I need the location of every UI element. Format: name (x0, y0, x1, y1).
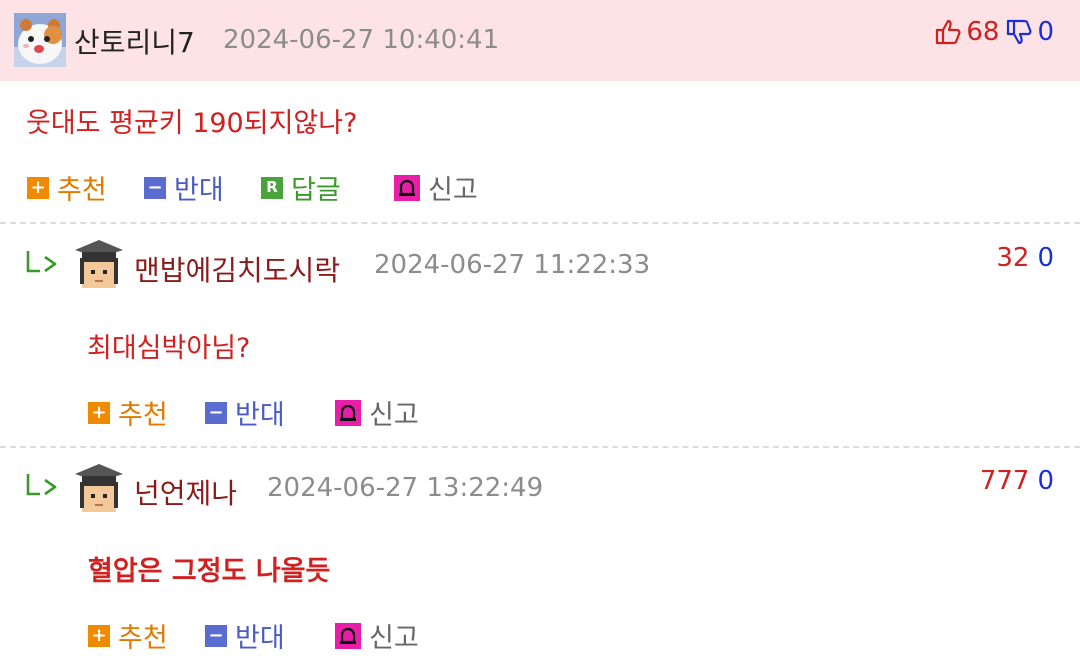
siren-icon (335, 622, 361, 649)
oppose-button[interactable]: − 반대 (144, 168, 224, 207)
downvote-count[interactable]: 0 (1037, 466, 1054, 496)
comment: 산토리니7 2024-06-27 10:40:41 68 0 웃대도 평균키 1… (0, 0, 1080, 222)
oppose-label: 반대 (174, 175, 224, 206)
avatar[interactable] (73, 462, 125, 516)
minus-icon: − (205, 624, 227, 647)
reply-button[interactable]: R 답글 (261, 168, 341, 207)
upvote-count: 68 (966, 17, 1000, 47)
report-label: 신고 (369, 623, 419, 654)
comment-body: 최대심박아님? (87, 333, 251, 364)
thumbs-down-icon[interactable] (1005, 18, 1033, 46)
comment-reply: 넌언제나 2024-06-27 13:22:49 777 0 혈압은 그정도 나… (0, 448, 1080, 666)
comment-date: 2024-06-27 10:40:41 (223, 25, 500, 55)
report-label: 신고 (428, 175, 478, 206)
plus-icon: + (27, 176, 49, 199)
reply-icon: R (261, 176, 283, 199)
downvote-count[interactable]: 0 (1037, 243, 1054, 273)
plus-icon: + (88, 401, 110, 424)
nickname[interactable]: 넌언제나 (134, 472, 237, 512)
thumbs-up-icon[interactable] (934, 18, 962, 46)
nickname[interactable]: 산토리니7 (74, 21, 195, 61)
minus-icon: − (205, 401, 227, 424)
recommend-label: 추천 (118, 400, 168, 431)
siren-icon (335, 399, 361, 426)
oppose-label: 반대 (235, 400, 285, 431)
minus-icon: − (144, 176, 166, 199)
report-button[interactable]: 신고 (394, 168, 478, 207)
upvote-count[interactable]: 777 (980, 466, 1030, 496)
recommend-button[interactable]: + 추천 (88, 616, 168, 655)
nickname[interactable]: 맨밥에김치도시락 (134, 249, 340, 289)
comment-date: 2024-06-27 11:22:33 (374, 250, 651, 280)
reply-arrow-icon (25, 249, 59, 279)
recommend-label: 추천 (118, 623, 168, 654)
report-button[interactable]: 신고 (335, 616, 419, 655)
recommend-button[interactable]: + 추천 (27, 168, 107, 207)
oppose-button[interactable]: − 반대 (205, 393, 285, 432)
comment-reply: 맨밥에김치도시락 2024-06-27 11:22:33 32 0 최대심박아님… (0, 224, 1080, 446)
plus-icon: + (88, 624, 110, 647)
reply-arrow-icon (25, 472, 59, 502)
vote-counts: 32 0 (996, 243, 1054, 273)
siren-icon (394, 174, 420, 201)
upvote-count[interactable]: 32 (996, 243, 1029, 273)
avatar[interactable] (73, 238, 125, 292)
comment-body: 웃대도 평균키 190되지않나? (26, 108, 358, 139)
comment-date: 2024-06-27 13:22:49 (267, 473, 544, 503)
comment-body: 혈압은 그정도 나올듯 (88, 556, 331, 587)
avatar[interactable] (14, 13, 66, 67)
recommend-button[interactable]: + 추천 (88, 393, 168, 432)
recommend-label: 추천 (57, 175, 107, 206)
oppose-label: 반대 (235, 623, 285, 654)
vote-counts: 68 0 (934, 17, 1054, 47)
oppose-button[interactable]: − 반대 (205, 616, 285, 655)
report-button[interactable]: 신고 (335, 393, 419, 432)
vote-counts: 777 0 (980, 466, 1054, 496)
reply-label: 답글 (291, 175, 341, 206)
report-label: 신고 (369, 400, 419, 431)
downvote-count: 0 (1037, 17, 1054, 47)
